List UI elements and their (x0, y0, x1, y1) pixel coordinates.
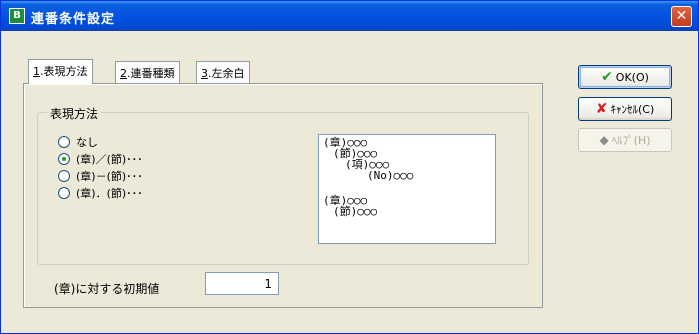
ok-button-label: OK(O) (615, 70, 649, 84)
radio-option-slash[interactable]: (章)／(節)･･･ (58, 151, 143, 167)
radio-label: (章)．(節)･･･ (76, 187, 143, 200)
app-icon: B (9, 8, 25, 24)
tab-left-margin-label: .左余白 (208, 67, 245, 80)
tab-number-type[interactable]: 2.連番種類 (115, 61, 180, 83)
window-title: 連番条件設定 (31, 12, 116, 27)
preview-line: (節)○○○ (333, 205, 378, 218)
tab-expression[interactable]: 1.表現方法 (28, 59, 93, 84)
initial-value-label: (章)に対する初期値 (54, 282, 160, 296)
tab-number-type-label: .連番種類 (127, 67, 175, 80)
radio-button[interactable] (58, 136, 70, 148)
tab-left-margin[interactable]: 3.左余白 (196, 61, 250, 83)
radio-button[interactable] (58, 187, 70, 199)
close-button[interactable]: ✕ (671, 6, 692, 27)
radio-label: なし (76, 136, 98, 149)
help-button-label: ﾍﾙﾌﾟ(H) (611, 134, 651, 147)
initial-value-input[interactable]: 1 (205, 272, 279, 295)
radio-option-dot[interactable]: (章)．(節)･･･ (58, 185, 143, 201)
help-button[interactable]: ◆ ﾍﾙﾌﾟ(H) (578, 128, 672, 152)
expression-group: 表現方法 なし (章)／(節)･･･ (章)－(節)･･･ (章)．(節)･･･… (37, 105, 529, 265)
help-book-icon: ◆ (599, 133, 609, 147)
cancel-button-label: ｷｬﾝｾﾙ(C) (610, 103, 655, 116)
tab-expression-label: .表現方法 (40, 65, 88, 78)
preview-line: (No)○○○ (367, 169, 414, 182)
radio-label: (章)－(節)･･･ (76, 170, 143, 183)
check-icon: ✔ (601, 69, 613, 85)
radio-option-dash[interactable]: (章)－(節)･･･ (58, 168, 143, 184)
dialog-window: B 連番条件設定 ✕ 1.表現方法 2.連番種類 3.左余白 表現方法 なし (… (0, 0, 699, 334)
radio-button-selected[interactable] (58, 153, 70, 165)
close-icon: ✕ (675, 8, 688, 24)
radio-option-none[interactable]: なし (58, 134, 98, 150)
cross-icon: ✘ (595, 101, 608, 117)
title-bar[interactable]: B 連番条件設定 ✕ (1, 1, 698, 31)
cancel-button[interactable]: ✘ ｷｬﾝｾﾙ(C) (578, 97, 672, 121)
tab-expression-key: 1 (33, 65, 40, 78)
radio-button[interactable] (58, 170, 70, 182)
tab-number-type-key: 2 (120, 67, 127, 80)
format-preview: (章)○○○ (節)○○○ (項)○○○ (No)○○○ (章)○○○ (節)○… (318, 134, 496, 244)
tab-panel-expression: 表現方法 なし (章)／(節)･･･ (章)－(節)･･･ (章)．(節)･･･… (23, 83, 543, 308)
group-label: 表現方法 (47, 105, 102, 122)
radio-label: (章)／(節)･･･ (76, 153, 143, 166)
tab-left-margin-key: 3 (201, 67, 208, 80)
ok-button[interactable]: ✔ OK(O) (578, 65, 672, 89)
